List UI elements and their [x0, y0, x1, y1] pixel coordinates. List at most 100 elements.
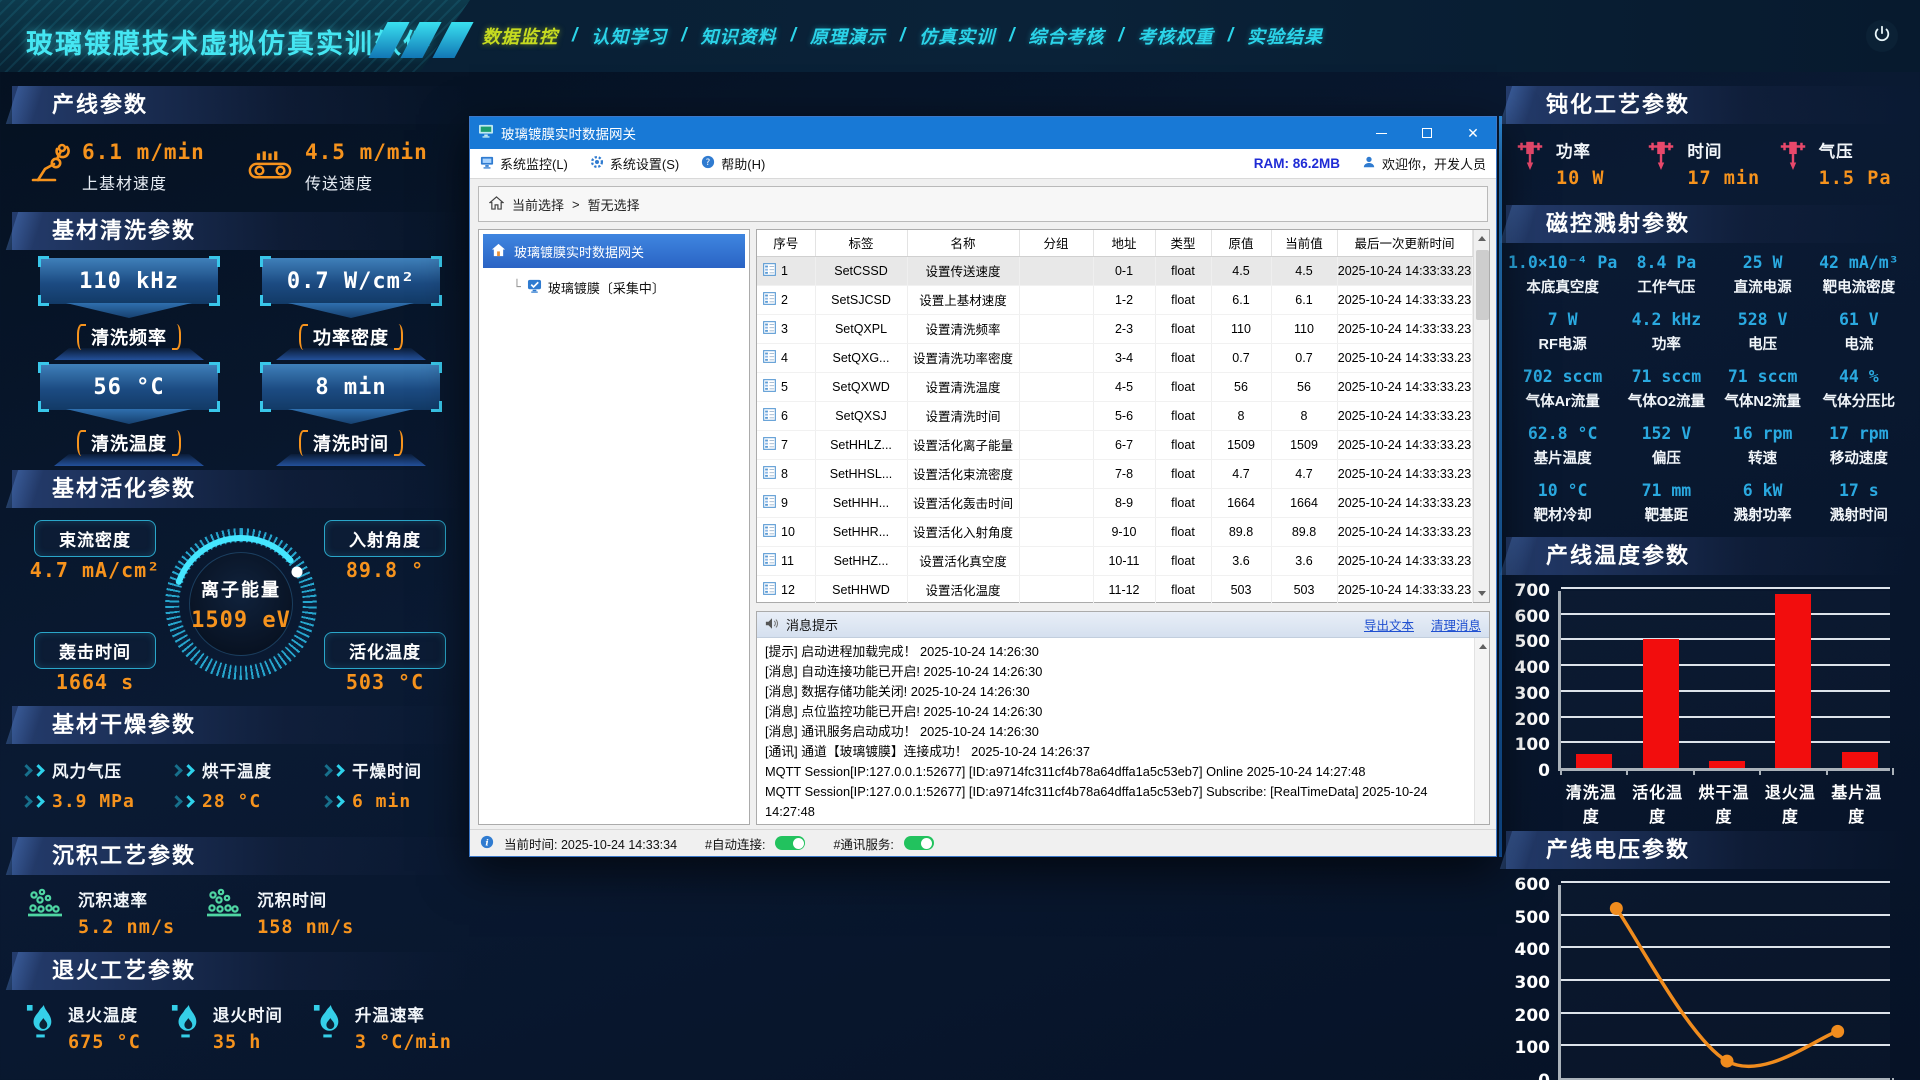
message-panel-header: 消息提示 导出文本 清理消息	[757, 612, 1489, 638]
table-cell: 3.6	[1271, 546, 1337, 575]
menu-help[interactable]: ? 帮助(H)	[701, 154, 765, 173]
table-header-row: 序号标签名称分组地址类型原值当前值最后一次更新时间	[757, 230, 1472, 256]
menu-system-settings[interactable]: 系统设置(S)	[590, 154, 679, 173]
x-tick-mark	[1626, 768, 1628, 775]
table-column-header[interactable]: 原值	[1211, 230, 1271, 256]
ion-energy-gauge: 离子能量 1509 eV	[165, 528, 317, 680]
table-column-header[interactable]: 当前值	[1271, 230, 1337, 256]
table-row[interactable]: 8SetHHSL...设置活化束流密度7-8float4.74.72025-10…	[757, 459, 1472, 488]
table-column-header[interactable]: 最后一次更新时间	[1337, 230, 1472, 256]
table-row[interactable]: 3SetQXPL设置清洗频率2-3float1101102025-10-24 1…	[757, 314, 1472, 343]
message-log[interactable]: [提示] 启动进程加载完成！ 2025-10-24 14:26:30[消息] 自…	[757, 638, 1489, 824]
scroll-up-button[interactable]	[1474, 230, 1491, 247]
home-icon[interactable]	[489, 196, 504, 213]
scroll-down-button[interactable]	[1474, 585, 1491, 602]
scrollbar-thumb[interactable]	[1476, 250, 1489, 320]
chevron-decoration	[288, 409, 414, 424]
x-tick-mark	[1826, 768, 1828, 775]
table-cell: SetHHR...	[815, 517, 907, 546]
window-title-bar[interactable]: 玻璃镀膜实时数据网关 ✕	[470, 117, 1496, 149]
table-cell: 1-2	[1093, 285, 1155, 314]
section-sputtering-title: 磁控溅射参数	[1506, 205, 1908, 243]
sputtering-value: 42 mA/m³	[1812, 253, 1906, 272]
scroll-up-button[interactable]	[1475, 638, 1489, 655]
table-column-header[interactable]: 类型	[1155, 230, 1211, 256]
table-row[interactable]: 5SetQXWD设置清洗温度4-5float56562025-10-24 14:…	[757, 372, 1472, 401]
table-column-header[interactable]: 名称	[907, 230, 1019, 256]
y-tick-label: 400	[1506, 940, 1550, 960]
clear-messages-link[interactable]: 清理消息	[1431, 615, 1481, 634]
row-icon	[763, 524, 776, 540]
voltage-line-chart: 0100200300400500600电压电流偏压	[1506, 869, 1908, 1080]
table-row[interactable]: 12SetHHWD设置活化温度11-12float5035032025-10-2…	[757, 575, 1472, 604]
table-column-header[interactable]: 标签	[815, 230, 907, 256]
comm-service-toggle[interactable]	[904, 836, 934, 850]
chevron-decoration	[66, 409, 192, 424]
tag-table: 序号标签名称分组地址类型原值当前值最后一次更新时间 1SetCSSD设置传送速度…	[757, 230, 1473, 605]
section-activation-title: 基材活化参数	[12, 470, 468, 508]
message-scrollbar[interactable]	[1474, 638, 1489, 824]
row-index: 1	[781, 264, 788, 278]
maximize-button[interactable]	[1404, 117, 1450, 149]
nav-item-7[interactable]: 考核权重	[1138, 23, 1214, 49]
drying-label-row: 烘干温度	[172, 758, 314, 782]
export-text-link[interactable]: 导出文本	[1364, 615, 1414, 634]
table-column-header[interactable]: 地址	[1093, 230, 1155, 256]
table-row[interactable]: 9SetHHH...设置活化轰击时间8-9float166416642025-1…	[757, 488, 1472, 517]
table-row[interactable]: 1SetCSSD设置传送速度0-1float4.54.52025-10-24 1…	[757, 256, 1472, 285]
speaker-icon	[765, 617, 779, 633]
table-scrollbar[interactable]	[1473, 230, 1490, 602]
tree-node-root[interactable]: 玻璃镀膜实时数据网关	[483, 234, 745, 268]
auto-connect-toggle[interactable]	[775, 836, 805, 850]
nav-item-2[interactable]: 认知学习	[591, 23, 667, 49]
chart-plot-area: 电压电流偏压	[1558, 885, 1890, 1080]
x-tick-mark	[1693, 768, 1695, 775]
row-icon	[763, 379, 776, 395]
table-cell: 110	[1211, 314, 1271, 343]
close-button[interactable]: ✕	[1450, 117, 1496, 149]
sputtering-label: 转速	[1716, 447, 1810, 468]
nav-item-5[interactable]: 仿真实训	[919, 23, 995, 49]
table-row[interactable]: 10SetHHR...设置活化入射角度9-10float89.889.82025…	[757, 517, 1472, 546]
menu-system-monitor[interactable]: 系统监控(L)	[480, 154, 568, 173]
table-cell: 设置清洗温度	[907, 372, 1019, 401]
table-cell: SetSJCSD	[815, 285, 907, 314]
row-index-cell: 5	[757, 379, 815, 395]
nav-item-4[interactable]: 原理演示	[810, 23, 886, 49]
passivation-item: 时间17 min	[1645, 138, 1776, 189]
row-index: 6	[781, 409, 788, 423]
nav-separator: /	[1228, 25, 1233, 47]
table-cell: 7	[757, 430, 815, 459]
power-button[interactable]	[1866, 20, 1898, 52]
gateway-window: 玻璃镀膜实时数据网关 ✕ 系统监控(L) 系统设置(S) ? 帮助(H) RAM…	[469, 116, 1497, 857]
message-line: [提示] 启动进程加载完成！ 2025-10-24 14:26:30	[765, 642, 1469, 662]
particles-icon	[205, 887, 245, 926]
table-cell: 2-3	[1093, 314, 1155, 343]
table-cell	[1019, 314, 1093, 343]
row-index-cell: 11	[757, 553, 815, 569]
table-row[interactable]: 4SetQXG...设置清洗功率密度3-4float0.70.72025-10-…	[757, 343, 1472, 372]
table-row[interactable]: 11SetHHZ...设置活化真空度10-11float3.63.62025-1…	[757, 546, 1472, 575]
sputtering-label: 本底真空度	[1508, 276, 1617, 297]
table-cell: 89.8	[1271, 517, 1337, 546]
tree-node-channel[interactable]: └ 玻璃镀膜〔采集中〕	[479, 272, 749, 303]
nav-item-3[interactable]: 知识资料	[701, 23, 777, 49]
annealing-item-value: 3 °C/min	[355, 1032, 452, 1053]
y-tick-label: 700	[1506, 581, 1550, 601]
nav-item-1[interactable]: 数据监控	[482, 23, 558, 49]
table-row[interactable]: 2SetSJCSD设置上基材速度1-2float6.16.12025-10-24…	[757, 285, 1472, 314]
table-row[interactable]: 7SetHHLZ...设置活化离子能量6-7float150915092025-…	[757, 430, 1472, 459]
cleaning-item: 110 kHz清洗频率	[18, 258, 240, 354]
table-row[interactable]: 6SetQXSJ设置清洗时间5-6float882025-10-24 14:33…	[757, 401, 1472, 430]
minimize-button[interactable]	[1358, 117, 1404, 149]
comm-service-label: #通讯服务:	[833, 834, 893, 853]
tree-connector: └	[513, 280, 521, 295]
table-column-header[interactable]: 分组	[1019, 230, 1093, 256]
sputtering-label: 电流	[1812, 333, 1906, 354]
passivation-items: 功率10 W时间17 min气压1.5 Pa	[1506, 124, 1908, 205]
nav-item-8[interactable]: 实验结果	[1247, 23, 1323, 49]
table-column-header[interactable]: 序号	[757, 230, 815, 256]
table-cell: 8	[1211, 401, 1271, 430]
drying-item: 风力气压3.9 MPa	[22, 758, 164, 821]
nav-item-6[interactable]: 综合考核	[1028, 23, 1104, 49]
